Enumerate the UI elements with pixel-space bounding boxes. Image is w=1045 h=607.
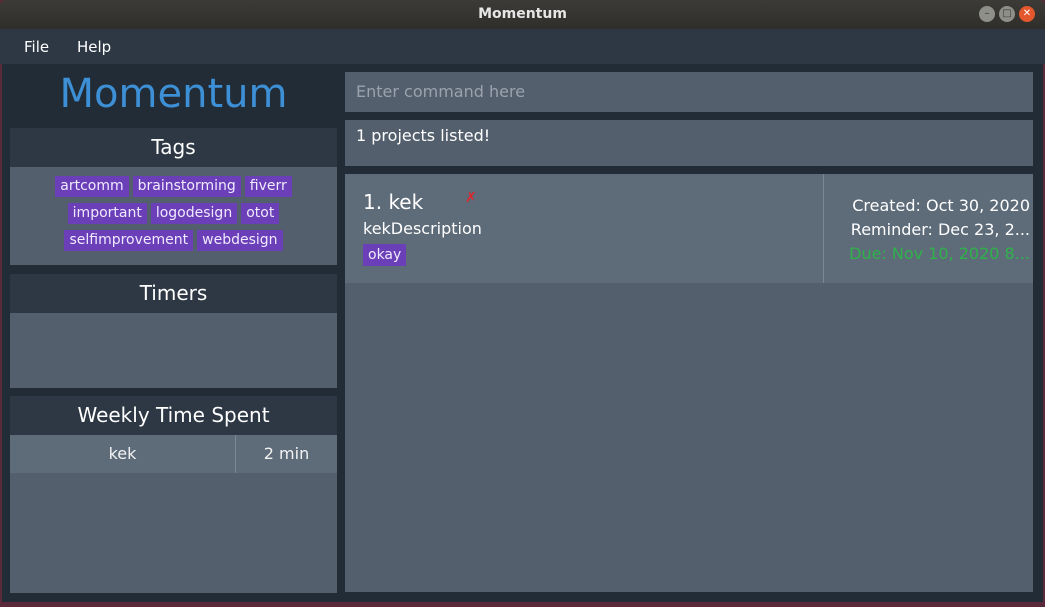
project-card-main: 1. kek ✗ kekDescription okay — [345, 174, 824, 283]
tag-chip: selfimprovement — [64, 230, 194, 251]
weekly-title: Weekly Time Spent — [10, 396, 337, 435]
project-description: kekDescription — [363, 219, 482, 238]
project-card[interactable]: 1. kek ✗ kekDescription okay Created: Oc… — [345, 174, 1033, 283]
project-tag: okay — [363, 244, 407, 266]
menu-help[interactable]: Help — [77, 38, 111, 56]
menu-file[interactable]: File — [24, 38, 49, 56]
table-row: kek 2 min — [10, 435, 337, 473]
close-icon[interactable]: ✕ — [1019, 6, 1035, 22]
project-card-dates: Created: Oct 30, 2020 Reminder: Dec 23, … — [824, 174, 1033, 283]
app-window: Momentum – □ ✕ File Help Momentum Tags a… — [0, 0, 1045, 607]
minimize-icon[interactable]: – — [979, 6, 995, 22]
result-display: 1 projects listed! — [345, 120, 1033, 166]
tag-chip: important — [67, 203, 147, 224]
timers-panel: Timers — [10, 274, 337, 388]
tag-chip: fiverr — [244, 176, 292, 197]
tag-chip: brainstorming — [132, 176, 241, 197]
project-title: 1. kek — [363, 190, 424, 214]
app-content: Momentum Tags artcomm brainstorming fiverr… — [2, 64, 1043, 602]
tags-title: Tags — [10, 128, 337, 167]
due-date: Due: Nov 10, 2020 8... — [849, 244, 1030, 263]
command-input[interactable]: Enter command here — [345, 72, 1033, 112]
window-title: Momentum — [478, 6, 567, 22]
tag-chip: otot — [241, 203, 280, 224]
weekly-time-panel: Weekly Time Spent kek 2 min — [10, 396, 337, 593]
title-bar: Momentum – □ ✕ — [0, 0, 1045, 29]
tags-panel: Tags artcomm brainstorming fiverr important… — [10, 128, 337, 265]
tag-chip: artcomm — [55, 176, 129, 197]
reminder-date: Reminder: Dec 23, 2... — [850, 220, 1030, 239]
created-date: Created: Oct 30, 2020 — [852, 196, 1030, 215]
time-project-name: kek — [10, 435, 236, 473]
app-brand: Momentum — [59, 71, 288, 117]
menu-bar: File Help — [0, 29, 1045, 64]
time-spent-value: 2 min — [263, 444, 310, 463]
maximize-icon[interactable]: □ — [999, 6, 1015, 22]
delete-mark-icon: ✗ — [465, 190, 477, 206]
tag-chip: webdesign — [197, 230, 283, 251]
project-list[interactable]: 1. kek ✗ kekDescription okay Created: Oc… — [345, 174, 1033, 592]
tags-list: artcomm brainstorming fiverr important logod… — [10, 167, 337, 257]
timers-title: Timers — [10, 274, 337, 313]
tag-chip: logodesign — [150, 203, 238, 224]
